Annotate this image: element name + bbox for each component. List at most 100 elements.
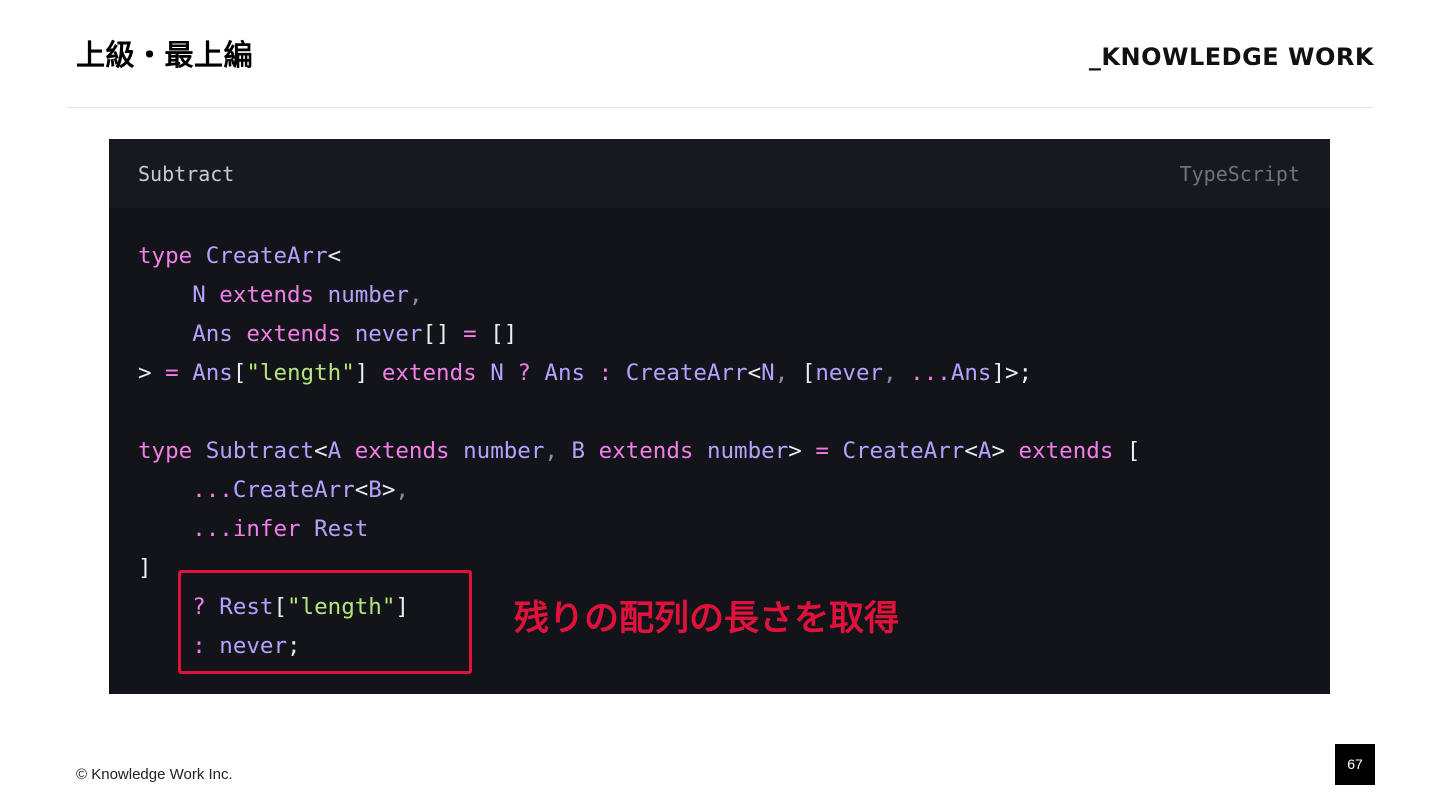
- code-token: CreateArr: [625, 360, 748, 386]
- code-token: number: [463, 438, 545, 464]
- code-token: CreateArr: [205, 243, 328, 269]
- code-token: Subtract: [205, 438, 315, 464]
- code-token: Ans: [192, 360, 233, 386]
- code-line: Ans extends never[] = []: [138, 315, 1140, 354]
- code-line: N extends number,: [138, 276, 1140, 315]
- code-header: Subtract TypeScript: [109, 139, 1330, 208]
- code-token: ,: [883, 360, 897, 386]
- code-token: number: [327, 282, 409, 308]
- code-token: ?: [517, 360, 531, 386]
- code-token: []: [490, 321, 518, 347]
- code-token: type: [138, 243, 193, 269]
- code-token: >: [788, 438, 802, 464]
- code-token: ...: [192, 516, 233, 542]
- code-token: ,: [544, 438, 558, 464]
- code-token: never: [354, 321, 423, 347]
- code-token: ...: [910, 360, 951, 386]
- code-token: CreateArr: [232, 477, 355, 503]
- code-token: A: [977, 438, 992, 464]
- slide-title: 上級・最上編: [76, 40, 254, 72]
- highlight-box: [178, 570, 472, 674]
- code-token: ,: [774, 360, 789, 386]
- code-token: extends: [354, 438, 450, 464]
- code-token: ]: [354, 360, 369, 386]
- page-number: 67: [1335, 744, 1375, 785]
- code-token: >: [991, 438, 1005, 464]
- annotation-label: 残りの配列の長さを取得: [514, 599, 900, 638]
- code-token: Rest: [314, 516, 369, 542]
- code-token: =: [815, 438, 829, 464]
- code-token: CreateArr: [842, 438, 965, 464]
- code-token: "length": [246, 360, 355, 386]
- code-language-label: TypeScript: [1179, 162, 1300, 186]
- code-token: Ans: [192, 321, 233, 347]
- code-token: infer: [232, 516, 301, 542]
- code-token: [: [801, 360, 816, 386]
- code-filename: Subtract: [138, 162, 235, 186]
- code-token: Ans: [950, 360, 992, 386]
- code-token: type: [138, 438, 193, 464]
- code-line: type Subtract<A extends number, B extend…: [138, 432, 1140, 471]
- code-token: A: [327, 438, 342, 464]
- code-token: =: [463, 321, 477, 347]
- code-line: ...infer Rest: [138, 510, 1140, 549]
- code-token: extends: [1018, 438, 1114, 464]
- code-token: <: [327, 243, 342, 269]
- code-token: extends: [598, 438, 694, 464]
- code-token: Ans: [544, 360, 586, 386]
- code-line: type CreateArr<: [138, 237, 1140, 276]
- code-token: <: [964, 438, 978, 464]
- code-token: [: [232, 360, 247, 386]
- code-token: []: [422, 321, 450, 347]
- code-token: extends: [381, 360, 477, 386]
- code-token: :: [598, 360, 613, 386]
- code-token: <: [314, 438, 328, 464]
- code-token: extends: [246, 321, 342, 347]
- code-token: N: [761, 360, 775, 386]
- code-token: ,: [395, 477, 409, 503]
- code-token: B: [368, 477, 382, 503]
- code-token: N: [192, 282, 206, 308]
- copyright: © Knowledge Work Inc.: [76, 766, 233, 783]
- code-token: ]: [138, 555, 152, 581]
- code-token: [: [1126, 438, 1141, 464]
- code-token: ,: [408, 282, 423, 308]
- code-token: B: [571, 438, 586, 464]
- code-token: ...: [192, 477, 233, 503]
- code-token: >: [138, 360, 152, 386]
- header-divider: [66, 107, 1374, 108]
- code-line: > = Ans["length"] extends N ? Ans : Crea…: [138, 354, 1140, 393]
- code-token: ]>;: [991, 360, 1033, 386]
- code-token: extends: [219, 282, 315, 308]
